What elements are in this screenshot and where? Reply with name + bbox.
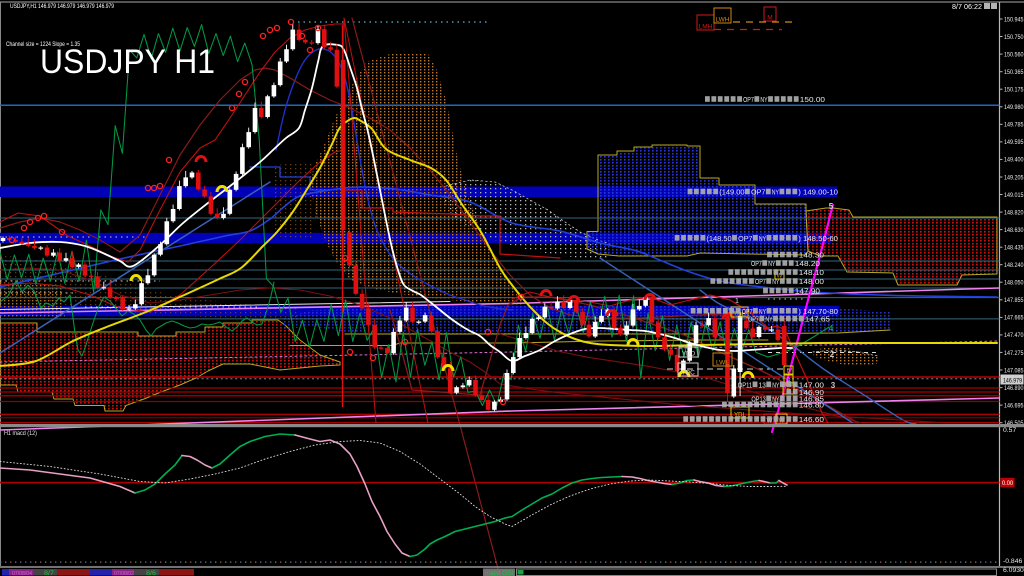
svg-text:NY: NY — [760, 97, 767, 104]
svg-text:150.365: 150.365 — [1004, 69, 1024, 76]
svg-text:147.855: 147.855 — [1004, 297, 1024, 304]
svg-text:NY: NY — [768, 261, 775, 268]
svg-text:OP7: OP7 — [742, 309, 753, 316]
svg-text:NY: NY — [759, 236, 766, 243]
svg-text:NY: NY — [772, 382, 779, 389]
svg-text:OP11: OP11 — [738, 382, 752, 389]
svg-text:149.785: 149.785 — [1004, 122, 1024, 129]
svg-text:148.30: 148.30 — [799, 253, 824, 260]
svg-text:149.015: 149.015 — [1004, 192, 1024, 199]
svg-text:OP7: OP7 — [738, 236, 753, 243]
svg-text:(149.00: (149.00 — [719, 190, 744, 197]
svg-text:148.240: 148.240 — [1004, 262, 1024, 269]
svg-text:D: D — [787, 369, 791, 375]
svg-text:07/08/04: 07/08/04 — [12, 571, 32, 576]
svg-text:148.00: 148.00 — [799, 279, 824, 286]
svg-text:146.979: 146.979 — [1003, 377, 1022, 384]
svg-text:) 147.70-80: ) 147.70-80 — [798, 309, 838, 316]
svg-text:147.085: 147.085 — [1004, 367, 1024, 374]
svg-text:) 149.00-10: ) 149.00-10 — [798, 190, 838, 197]
svg-text:07/08/02: 07/08/02 — [114, 571, 134, 576]
svg-text:NY: NY — [772, 190, 779, 197]
svg-text:YDO: YDO — [682, 352, 695, 358]
svg-text:147.275: 147.275 — [1004, 350, 1024, 357]
svg-text:3: 3 — [831, 381, 836, 390]
svg-text:148.435: 148.435 — [1004, 245, 1024, 252]
svg-text:LWL: LWL — [716, 360, 729, 367]
svg-text:OP7: OP7 — [751, 261, 762, 268]
svg-text:149.400: 149.400 — [1004, 157, 1024, 164]
svg-text:YDC: YDC — [681, 370, 695, 377]
svg-text:146.695: 146.695 — [1004, 402, 1024, 409]
svg-text:OP7: OP7 — [751, 190, 766, 197]
svg-text:M: M — [767, 15, 772, 22]
svg-text:148.20: 148.20 — [795, 261, 820, 268]
svg-text:macd OSI: macd OSI — [485, 571, 513, 576]
svg-text:6.0930: 6.0930 — [1003, 567, 1024, 574]
svg-text:149.595: 149.595 — [1004, 139, 1024, 146]
svg-text:148.630: 148.630 — [1004, 227, 1024, 234]
svg-text:150.175: 150.175 — [1004, 87, 1024, 94]
svg-text:8/7 06:22: 8/7 06:22 — [952, 4, 982, 11]
svg-text:NY: NY — [772, 279, 779, 286]
svg-text:8/7: 8/7 — [44, 571, 55, 576]
svg-text:NY: NY — [765, 317, 772, 324]
svg-text:146.60: 146.60 — [799, 417, 824, 424]
svg-text:USDJPY,H1 146.979 146.979 146: USDJPY,H1 146.979 146.979 146.979 146.97… — [10, 3, 114, 10]
svg-text:1: 1 — [735, 298, 739, 305]
svg-text:0.00: 0.00 — [1002, 480, 1013, 487]
svg-text:148.050: 148.050 — [1004, 280, 1024, 287]
svg-text:(148.50: (148.50 — [706, 236, 731, 243]
svg-text:146.80: 146.80 — [799, 403, 824, 410]
svg-text:150.560: 150.560 — [1004, 51, 1024, 58]
svg-text:147.665: 147.665 — [1004, 315, 1024, 322]
svg-text:OP7: OP7 — [748, 317, 759, 324]
svg-text:148.10: 148.10 — [799, 270, 824, 277]
svg-text:-0.846: -0.846 — [1003, 558, 1022, 565]
svg-text:5: 5 — [829, 202, 834, 211]
svg-text:2: 2 — [830, 350, 835, 359]
svg-text:OP7: OP7 — [743, 97, 754, 104]
svg-text:USDJPY H1: USDJPY H1 — [40, 43, 215, 81]
svg-text:LMH: LMH — [699, 24, 713, 31]
svg-text:150.00: 150.00 — [800, 97, 825, 104]
svg-text:H1 macd (12): H1 macd (12) — [4, 430, 37, 437]
svg-text:147.00: 147.00 — [799, 382, 824, 389]
svg-text:4: 4 — [829, 324, 834, 333]
svg-text:147.65: 147.65 — [805, 317, 830, 324]
svg-text:NY: NY — [759, 309, 766, 316]
svg-text:150.750: 150.750 — [1004, 34, 1024, 41]
svg-text:147.470: 147.470 — [1004, 332, 1024, 339]
svg-text:) 148.50-60: ) 148.50-60 — [798, 236, 838, 243]
svg-text:13: 13 — [759, 382, 766, 389]
svg-text:146.890: 146.890 — [1004, 385, 1024, 392]
svg-text:147.90: 147.90 — [795, 289, 820, 296]
svg-text:LWH: LWH — [716, 17, 730, 24]
svg-text:OP7: OP7 — [755, 279, 766, 286]
svg-text:8/6: 8/6 — [146, 571, 157, 576]
svg-text:150.945: 150.945 — [1004, 16, 1024, 23]
svg-text:148.820: 148.820 — [1004, 209, 1024, 216]
svg-text:0.57: 0.57 — [1003, 427, 1016, 434]
svg-text:149.205: 149.205 — [1004, 174, 1024, 181]
svg-text:149.980: 149.980 — [1004, 104, 1024, 111]
